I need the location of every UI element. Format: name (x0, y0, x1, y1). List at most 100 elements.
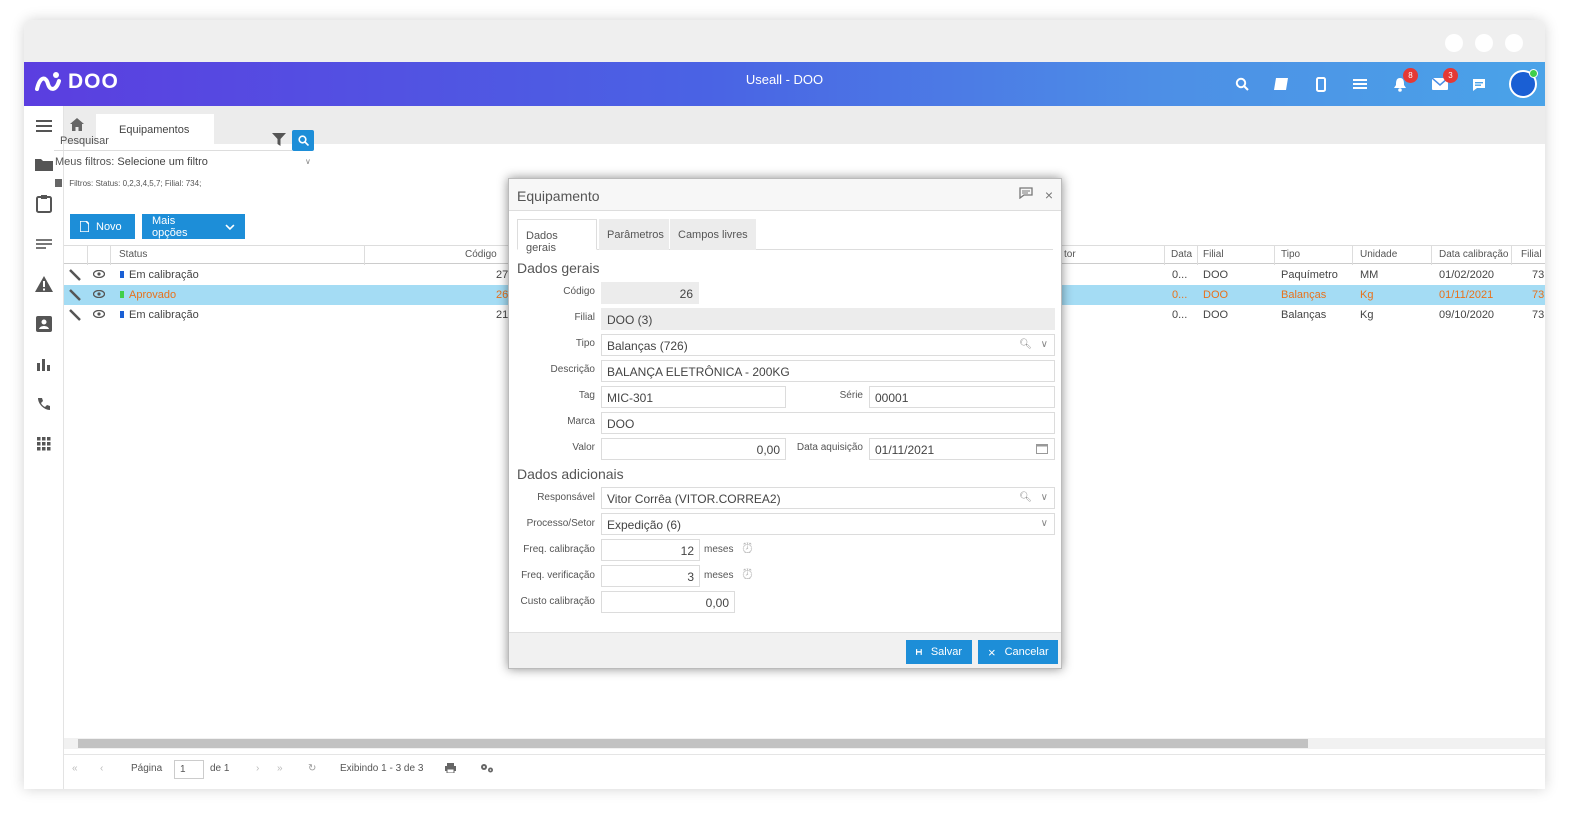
chevron-down-icon[interactable]: ∨ (1041, 339, 1048, 350)
refresh-icon[interactable]: ↻ (308, 763, 316, 774)
trash-icon[interactable] (55, 179, 62, 187)
last-page-icon[interactable]: » (277, 763, 283, 774)
tab-dados-gerais[interactable]: Dados gerais (517, 219, 597, 254)
cancel-button[interactable]: × Cancelar (978, 640, 1058, 664)
print-icon[interactable] (445, 763, 456, 776)
search-icon[interactable]: 🔍︎ (1019, 339, 1032, 350)
label-data-aquisicao: Data aquisição (796, 442, 863, 453)
row-codigo: 26 (496, 289, 509, 301)
alarm-clock-icon[interactable]: ⏰︎ (742, 540, 753, 557)
next-page-icon[interactable]: › (256, 763, 259, 774)
saved-filters-label: Meus filtros: (55, 156, 115, 168)
window-dot (1475, 34, 1493, 52)
mail-icon[interactable]: 3 (1430, 68, 1458, 94)
tipo-value: Balanças (726) (607, 339, 688, 353)
section-dados-gerais: Dados gerais (517, 260, 600, 276)
settings-icon[interactable] (480, 763, 494, 776)
col-tipo[interactable]: Tipo (1281, 249, 1300, 260)
modal-footer: Salvar × Cancelar (509, 632, 1061, 668)
bar-chart-icon[interactable] (32, 352, 56, 376)
freq-verificacao-field[interactable]: 3 (601, 565, 700, 587)
col-filial-2[interactable]: Filial (1521, 249, 1542, 260)
book-icon[interactable] (1271, 74, 1291, 94)
chevron-down-icon[interactable]: ∨ (305, 157, 311, 166)
col-unidade[interactable]: Unidade (1360, 249, 1397, 260)
phone-icon[interactable] (32, 392, 56, 416)
calendar-icon[interactable] (1036, 443, 1048, 457)
scrollbar-thumb[interactable] (78, 739, 1308, 748)
custo-calibracao-field[interactable]: 0,00 (601, 591, 735, 613)
label-freq-verificacao: Freq. verificação (521, 570, 595, 581)
applied-filters: Filtros: Status: 0,2,3,4,5,7; Filial: 73… (55, 179, 201, 188)
modal-title: Equipamento (517, 188, 600, 204)
menu-icon[interactable] (32, 114, 56, 138)
col-data[interactable]: Data (1171, 249, 1192, 260)
tipo-select[interactable]: Balanças (726) 🔍︎ ∨ (601, 334, 1055, 356)
eye-icon[interactable] (92, 289, 106, 301)
new-button[interactable]: Novo (70, 214, 135, 239)
user-card-icon[interactable] (32, 312, 56, 336)
valor-field[interactable]: 0,00 (601, 438, 786, 460)
meses-label: meses (704, 544, 734, 555)
descricao-field[interactable]: BALANÇA ELETRÔNICA - 200KG (601, 360, 1055, 382)
search-input[interactable]: Pesquisar (54, 131, 292, 151)
horizontal-scrollbar[interactable] (64, 738, 1545, 749)
user-avatar[interactable] (1509, 69, 1538, 98)
chevron-down-icon[interactable]: ∨ (1041, 518, 1048, 529)
apps-grid-icon[interactable] (32, 432, 56, 456)
col-status[interactable]: Status (119, 249, 147, 260)
page-input[interactable]: 1 (174, 760, 204, 779)
app-header: DOO Useall - DOO 8 3 (24, 62, 1545, 106)
filter-icon[interactable] (272, 133, 286, 149)
text-lines-icon[interactable] (32, 232, 56, 256)
tag-field[interactable]: MIC-301 (601, 386, 786, 408)
alarm-clock-icon[interactable]: ⏰︎ (742, 566, 753, 583)
mobile-icon[interactable] (1311, 74, 1331, 94)
clipboard-icon[interactable] (32, 192, 56, 216)
search-icon[interactable]: 🔍︎ (1019, 492, 1032, 503)
edit-icon[interactable] (69, 309, 81, 324)
col-codigo[interactable]: Código (465, 249, 497, 260)
search-icon[interactable] (1232, 74, 1252, 94)
notifications-badge: 8 (1403, 68, 1418, 83)
search-button[interactable] (292, 130, 314, 151)
eye-icon[interactable] (92, 309, 106, 321)
status-indicator (120, 311, 124, 318)
row-tipo: Paquímetro (1281, 269, 1338, 281)
edit-icon[interactable] (69, 269, 81, 284)
saved-filters[interactable]: Meus filtros: Selecione um filtro (55, 156, 208, 168)
first-page-icon[interactable]: « (72, 763, 78, 774)
list-icon[interactable] (1350, 74, 1370, 94)
row-unidade: Kg (1360, 289, 1374, 301)
tab-campos-livres[interactable]: Campos livres (670, 219, 756, 250)
codigo-field: 26 (601, 282, 699, 304)
responsavel-select[interactable]: Vitor Corrêa (VITOR.CORREA2) 🔍︎ ∨ (601, 487, 1055, 509)
prev-page-icon[interactable]: ‹ (100, 763, 103, 774)
more-options-button[interactable]: Mais opções (142, 214, 245, 239)
chat-icon[interactable] (1469, 74, 1489, 94)
serie-field[interactable]: 00001 (869, 386, 1055, 408)
col-filial[interactable]: Filial (1203, 249, 1224, 260)
comment-icon[interactable] (1019, 187, 1033, 202)
filial-field: DOO (3) (601, 308, 1055, 330)
processo-select[interactable]: Expedição (6) ∨ (601, 513, 1055, 535)
bell-icon[interactable]: 8 (1390, 68, 1418, 94)
col-tor[interactable]: tor (1064, 249, 1076, 260)
eye-icon[interactable] (92, 269, 106, 281)
window-dot (1445, 34, 1463, 52)
close-icon[interactable]: × (1045, 187, 1053, 203)
row-unidade: Kg (1360, 309, 1374, 321)
marca-field[interactable]: DOO (601, 412, 1055, 434)
save-button[interactable]: Salvar (906, 640, 972, 664)
data-aquisicao-field[interactable]: 01/11/2021 (869, 438, 1055, 460)
row-codigo: 21 (496, 309, 509, 321)
folder-icon[interactable] (32, 152, 56, 176)
tab-parametros[interactable]: Parâmetros (599, 219, 669, 250)
row-data-calibracao: 01/02/2020 (1439, 269, 1495, 281)
col-data-calibracao[interactable]: Data calibração (1439, 249, 1508, 260)
warning-icon[interactable] (32, 272, 56, 296)
section-dados-adicionais: Dados adicionais (517, 466, 624, 482)
chevron-down-icon[interactable]: ∨ (1041, 492, 1048, 503)
freq-calibracao-field[interactable]: 12 (601, 539, 700, 561)
edit-icon[interactable] (69, 289, 81, 304)
